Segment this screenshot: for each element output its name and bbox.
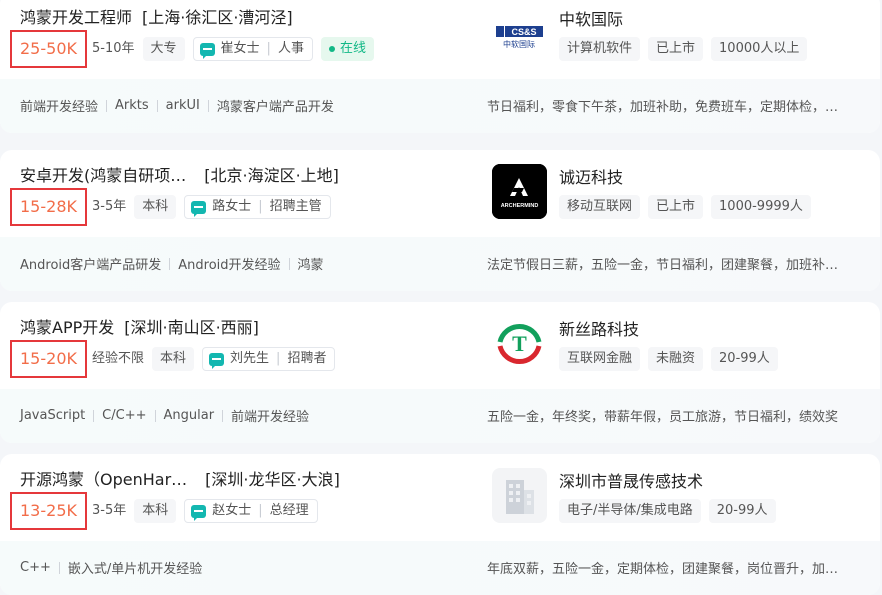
company-size-tag: 1000-9999人 bbox=[711, 195, 811, 219]
skill-tag: arkUI bbox=[165, 98, 200, 113]
recruiter-name: 崔女士 bbox=[220, 41, 260, 56]
skill-tag: Android开发经验 bbox=[178, 258, 281, 273]
skill-tag: 鸿蒙客户端产品开发 bbox=[216, 100, 334, 115]
job-location: [深圳·南山区·西丽] bbox=[124, 318, 259, 337]
salary: 13-25K bbox=[10, 492, 87, 530]
company-stage-tag: 已上市 bbox=[648, 195, 704, 219]
skill-tag: C++ bbox=[20, 560, 51, 575]
company-industry-tag: 计算机软件 bbox=[559, 37, 641, 61]
company-name[interactable]: 诚迈科技 bbox=[559, 164, 623, 188]
recruiter-role: 人事 bbox=[277, 41, 304, 56]
company-name[interactable]: 深圳市普晟传感技术 bbox=[559, 468, 703, 492]
company-size-tag: 10000人以上 bbox=[711, 37, 808, 61]
salary: 25-50K bbox=[10, 30, 87, 68]
recruiter-name: 赵女士 bbox=[212, 503, 252, 518]
experience-tag: 3-5年 bbox=[92, 199, 127, 214]
recruiter-role: 招聘者 bbox=[287, 351, 327, 366]
company-industry-tag: 移动互联网 bbox=[559, 195, 641, 219]
job-title[interactable]: 鸿蒙APP开发 bbox=[20, 314, 114, 338]
company-stage-tag: 已上市 bbox=[648, 37, 704, 61]
recruiter-role: 总经理 bbox=[269, 503, 309, 518]
skill-tag: JavaScript bbox=[20, 408, 86, 423]
experience-tag: 5-10年 bbox=[92, 41, 135, 56]
job-title-row[interactable]: 开源鸿蒙（OpenHar… [深圳·龙华区·大浪] bbox=[20, 466, 340, 490]
skill-tag: Arkts bbox=[115, 98, 149, 113]
education-tag: 本科 bbox=[152, 347, 195, 371]
recruiter-chat-button[interactable]: 崔女士 | 人事 bbox=[192, 37, 313, 61]
job-title[interactable]: 鸿蒙开发工程师 bbox=[20, 4, 132, 28]
skill-tag: 鸿蒙 bbox=[297, 258, 324, 273]
company-logo[interactable]: ARCHERMIND bbox=[492, 164, 547, 219]
recruiter-name: 路女士 bbox=[212, 199, 252, 214]
salary: 15-28K bbox=[10, 188, 87, 226]
skill-tags: C++ 嵌入式/单片机开发经验 bbox=[20, 558, 202, 577]
skill-tag: 前端开发经验 bbox=[20, 100, 99, 115]
online-dot-icon bbox=[328, 46, 335, 52]
welfare-text: 年底双薪，五险一金，定期体检，团建聚餐，岗位晋升，加… bbox=[487, 562, 839, 577]
company-industry-tag: 互联网金融 bbox=[559, 347, 641, 371]
chat-icon bbox=[209, 352, 225, 369]
salary: 15-20K bbox=[10, 340, 87, 378]
skill-tags: Android客户端产品研发 Android开发经验 鸿蒙 bbox=[20, 254, 324, 273]
job-card[interactable]: 开源鸿蒙（OpenHar… [深圳·龙华区·大浪] 13-25K 3-5年 本科 … bbox=[0, 454, 880, 595]
skill-tag: 嵌入式/单片机开发经验 bbox=[67, 562, 203, 577]
job-card[interactable]: 鸿蒙开发工程师 [上海·徐汇区·漕河泾] 25-50K 5-10年 大专 崔女士 |… bbox=[0, 0, 880, 133]
job-card[interactable]: 安卓开发(鸿蒙自研项… [北京·海淀区·上地] 15-28K 3-5年 本科 路女… bbox=[0, 150, 880, 291]
job-location: [上海·徐汇区·漕河泾] bbox=[142, 8, 293, 27]
svg-text:T: T bbox=[512, 331, 527, 356]
skill-tags: JavaScript C/C++ Angular 前端开发经验 bbox=[20, 406, 309, 425]
job-location: [北京·海淀区·上地] bbox=[204, 166, 339, 185]
experience-tag: 3-5年 bbox=[92, 503, 127, 518]
job-title[interactable]: 开源鸿蒙（OpenHar… bbox=[20, 466, 187, 490]
svg-text:中软国际: 中软国际 bbox=[503, 39, 535, 49]
recruiter-role: 招聘主管 bbox=[269, 199, 322, 214]
recruiter-chat-button[interactable]: 赵女士 | 总经理 bbox=[184, 499, 318, 523]
job-title-row[interactable]: 鸿蒙开发工程师 [上海·徐汇区·漕河泾] bbox=[20, 4, 293, 28]
svg-text:ARCHERMIND: ARCHERMIND bbox=[501, 203, 539, 209]
job-card[interactable]: 鸿蒙APP开发 [深圳·南山区·西丽] 15-20K 经验不限 本科 刘先生 | 招聘… bbox=[0, 302, 880, 443]
recruiter-name: 刘先生 bbox=[230, 351, 270, 366]
company-name[interactable]: 新丝路科技 bbox=[559, 316, 639, 340]
company-logo[interactable]: T bbox=[492, 316, 547, 371]
skill-tags: 前端开发经验 Arkts arkUI 鸿蒙客户端产品开发 bbox=[20, 96, 334, 115]
job-title[interactable]: 安卓开发(鸿蒙自研项… bbox=[20, 162, 186, 186]
job-list: 鸿蒙开发工程师 [上海·徐汇区·漕河泾] 25-50K 5-10年 大专 崔女士 |… bbox=[0, 0, 882, 595]
skill-tag: 前端开发经验 bbox=[231, 410, 310, 425]
company-stage-tag: 未融资 bbox=[648, 347, 704, 371]
company-building-icon[interactable] bbox=[492, 468, 547, 523]
svg-text:CS&S: CS&S bbox=[511, 27, 536, 37]
recruiter-chat-button[interactable]: 路女士 | 招聘主管 bbox=[184, 195, 331, 219]
company-logo[interactable]: CS&S 中软国际 bbox=[492, 6, 547, 61]
chat-icon bbox=[191, 504, 207, 521]
company-industry-tag: 电子/半导体/集成电路 bbox=[559, 499, 701, 523]
company-size-tag: 20-99人 bbox=[708, 499, 776, 523]
online-status-badge: 在线 bbox=[320, 37, 374, 61]
education-tag: 本科 bbox=[134, 195, 177, 219]
company-name[interactable]: 中软国际 bbox=[559, 6, 623, 30]
chat-icon bbox=[191, 200, 207, 217]
recruiter-chat-button[interactable]: 刘先生 | 招聘者 bbox=[202, 347, 336, 371]
welfare-text: 法定节假日三薪，五险一金，节日福利，团建聚餐，加班补… bbox=[487, 258, 839, 273]
chat-icon bbox=[199, 42, 215, 59]
skill-tag: Android客户端产品研发 bbox=[20, 258, 162, 273]
skill-tag: Angular bbox=[163, 408, 215, 423]
experience-tag: 经验不限 bbox=[92, 351, 145, 366]
job-location: [深圳·龙华区·大浪] bbox=[205, 470, 340, 489]
education-tag: 本科 bbox=[134, 499, 177, 523]
job-title-row[interactable]: 安卓开发(鸿蒙自研项… [北京·海淀区·上地] bbox=[20, 162, 339, 186]
company-size-tag: 20-99人 bbox=[711, 347, 778, 371]
welfare-text: 节日福利，零食下午茶，加班补助，免费班车，定期体检，… bbox=[487, 100, 839, 115]
welfare-text: 五险一金，年终奖，带薪年假，员工旅游，节日福利，绩效奖 bbox=[487, 410, 839, 425]
skill-tag: C/C++ bbox=[102, 408, 147, 423]
job-title-row[interactable]: 鸿蒙APP开发 [深圳·南山区·西丽] bbox=[20, 314, 259, 338]
education-tag: 大专 bbox=[142, 37, 185, 61]
